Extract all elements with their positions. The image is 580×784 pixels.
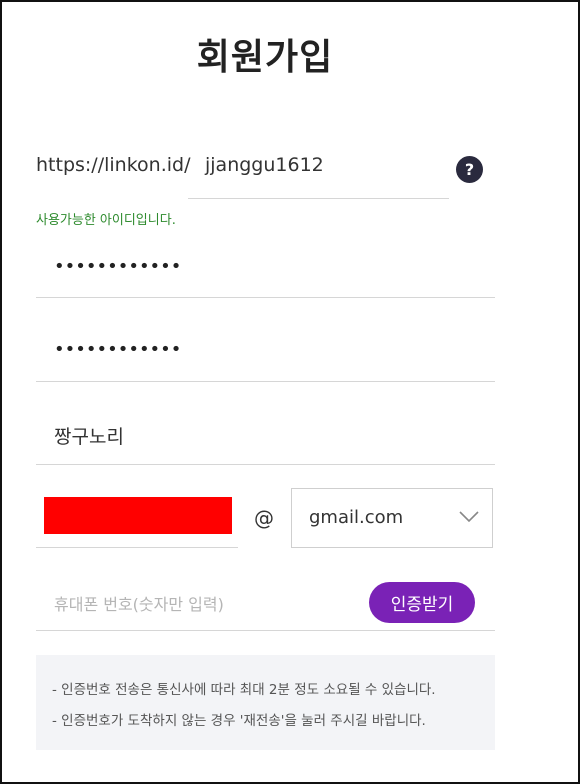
page-title: 회원가입 bbox=[196, 37, 334, 78]
chevron-down-icon bbox=[459, 511, 479, 523]
help-glyph: ? bbox=[464, 160, 475, 179]
password-confirm-input[interactable]: •••••••••••• bbox=[54, 339, 181, 360]
phone-input[interactable]: 휴대폰 번호(숫자만 입력) bbox=[54, 591, 224, 615]
verify-button[interactable]: 인증받기 bbox=[369, 582, 475, 623]
notice-line-2: - 인증번호가 도착하지 않는 경우 '재전송'을 눌러 주시길 바랍니다. bbox=[52, 713, 426, 729]
question-mark-icon[interactable]: ? bbox=[456, 156, 483, 183]
password-confirm-underline bbox=[36, 381, 495, 382]
email-domain-value: gmail.com bbox=[309, 507, 404, 528]
password-input[interactable]: •••••••••••• bbox=[54, 256, 181, 277]
email-local-redacted-input[interactable] bbox=[44, 497, 232, 534]
nickname-underline bbox=[36, 464, 495, 465]
email-domain-select[interactable]: gmail.com bbox=[291, 488, 493, 548]
password-underline bbox=[36, 297, 495, 298]
id-url-prefix: https://linkon.id/ bbox=[36, 154, 191, 176]
email-local-underline bbox=[36, 547, 238, 548]
notice-line-1: - 인증번호 전송은 통신사에 따라 최대 2분 정도 소요될 수 있습니다. bbox=[52, 682, 436, 698]
nickname-input[interactable]: 짱구노리 bbox=[54, 422, 124, 449]
phone-underline bbox=[36, 630, 495, 631]
at-symbol: @ bbox=[254, 506, 274, 530]
verification-notice-box: - 인증번호 전송은 통신사에 따라 최대 2분 정도 소요될 수 있습니다. … bbox=[36, 655, 495, 750]
id-input[interactable]: jjanggu1612 bbox=[205, 154, 324, 176]
id-available-message: 사용가능한 아이디입니다. bbox=[36, 213, 176, 228]
signup-form-frame: 회원가입 https://linkon.id/ jjanggu1612 ? 사용… bbox=[0, 0, 580, 784]
id-input-underline bbox=[188, 198, 449, 199]
